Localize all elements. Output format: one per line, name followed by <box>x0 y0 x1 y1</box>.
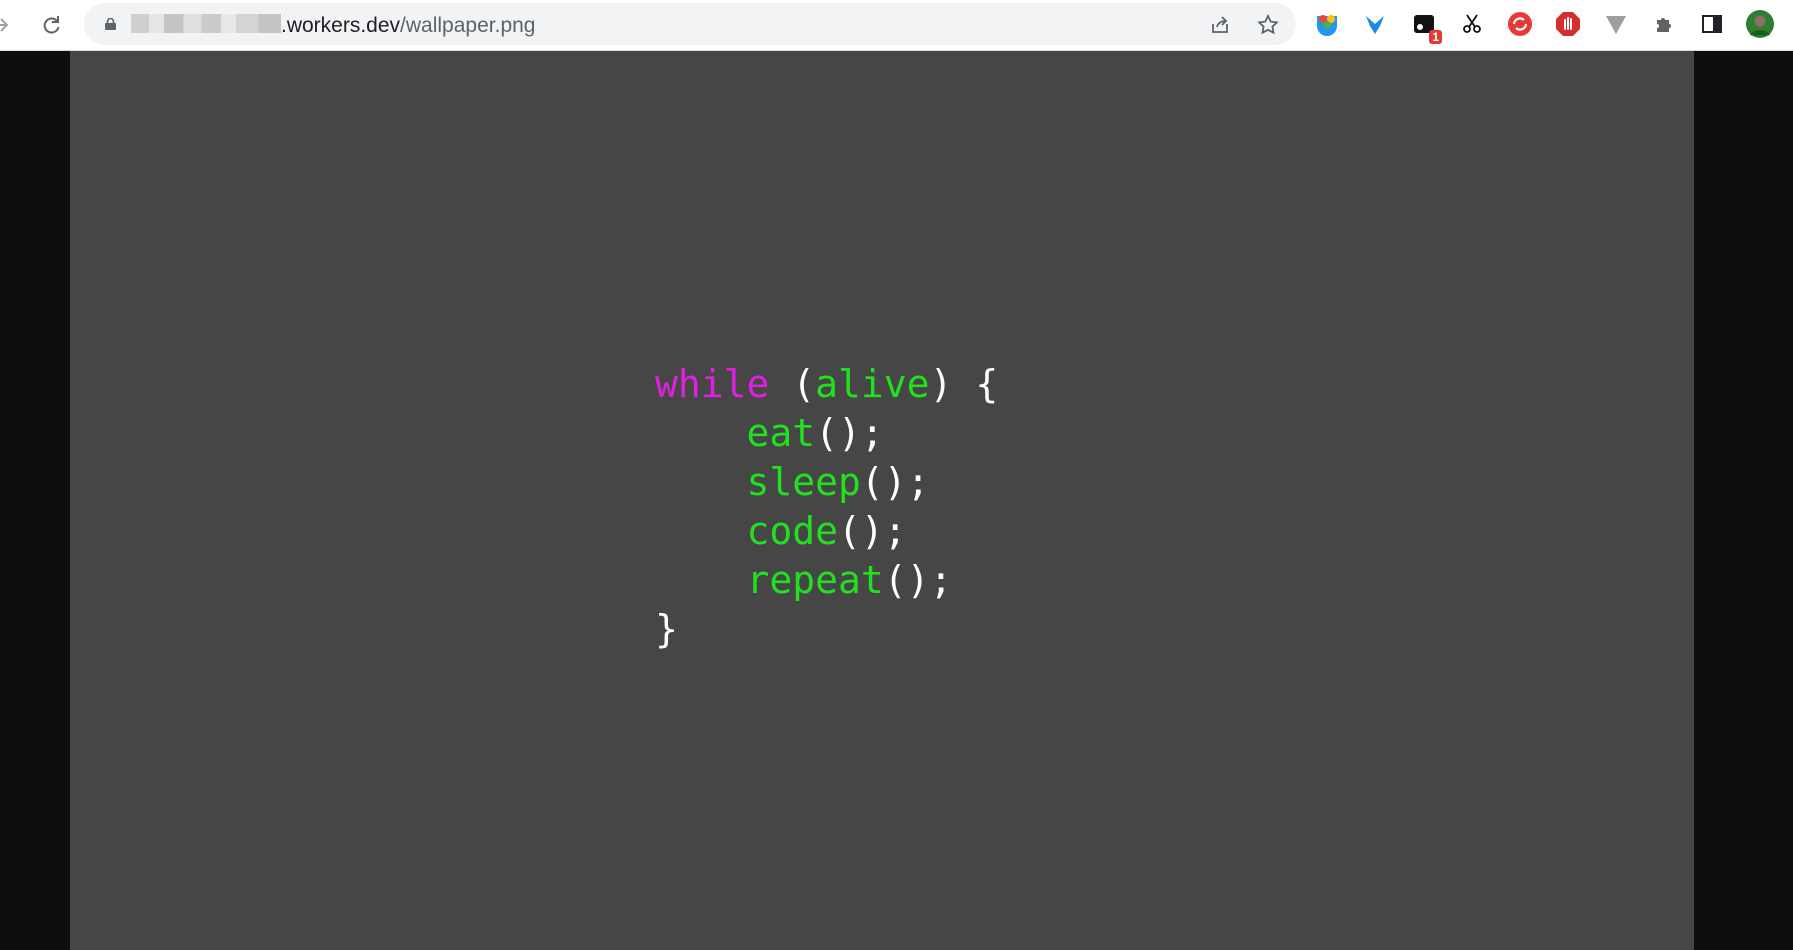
extensions-puzzle-icon[interactable] <box>1650 10 1678 38</box>
browser-toolbar: .workers.dev/wallpaper.png 1 <box>0 0 1793 51</box>
call-eat-tail: (); <box>815 411 884 455</box>
adblock-hand-icon[interactable] <box>1554 10 1582 38</box>
profile-avatar[interactable] <box>1746 10 1774 38</box>
address-bar[interactable]: .workers.dev/wallpaper.png <box>84 3 1296 45</box>
keyword-while: while <box>655 362 770 406</box>
call-repeat: repeat <box>746 558 884 602</box>
code-line-4: code(); <box>655 509 907 553</box>
condition-alive: alive <box>815 362 930 406</box>
code-snippet: while (alive) { eat(); sleep(); code(); … <box>655 360 998 654</box>
extension-colorful-icon[interactable] <box>1313 10 1341 38</box>
bookmark-star-icon[interactable] <box>1256 13 1280 37</box>
code-line-5: repeat(); <box>655 558 953 602</box>
code-line-1: while (alive) { <box>655 362 998 406</box>
call-repeat-tail: (); <box>883 558 953 602</box>
extension-v-icon[interactable] <box>1602 10 1630 38</box>
wallpaper-image: while (alive) { eat(); sleep(); code(); … <box>70 51 1694 950</box>
url-redacted <box>131 14 281 33</box>
call-code-tail: (); <box>838 509 907 553</box>
extension-red-sync-icon[interactable] <box>1506 10 1534 38</box>
forward-icon[interactable] <box>0 10 16 40</box>
close-paren-brace: ) { <box>929 362 999 406</box>
call-sleep: sleep <box>746 460 861 504</box>
scissors-icon[interactable] <box>1458 10 1486 38</box>
call-code: code <box>746 509 839 553</box>
close-brace: } <box>655 607 678 651</box>
lock-icon[interactable] <box>104 18 117 30</box>
call-eat: eat <box>746 411 816 455</box>
code-line-2: eat(); <box>655 411 884 455</box>
call-sleep-tail: (); <box>860 460 930 504</box>
extension-black-icon[interactable]: 1 <box>1410 10 1442 44</box>
url-host: .workers.dev <box>281 14 401 37</box>
open-paren: ( <box>792 362 816 406</box>
side-panel-icon[interactable] <box>1698 10 1726 38</box>
page-content: while (alive) { eat(); sleep(); code(); … <box>0 51 1793 950</box>
code-line-3: sleep(); <box>655 460 930 504</box>
extension-badge: 1 <box>1429 30 1442 44</box>
share-icon[interactable] <box>1208 13 1232 37</box>
url-text[interactable]: .workers.dev/wallpaper.png <box>281 14 535 38</box>
url-path: /wallpaper.png <box>400 14 536 37</box>
extension-blue-y-icon[interactable] <box>1361 10 1389 38</box>
reload-icon[interactable] <box>36 10 66 40</box>
